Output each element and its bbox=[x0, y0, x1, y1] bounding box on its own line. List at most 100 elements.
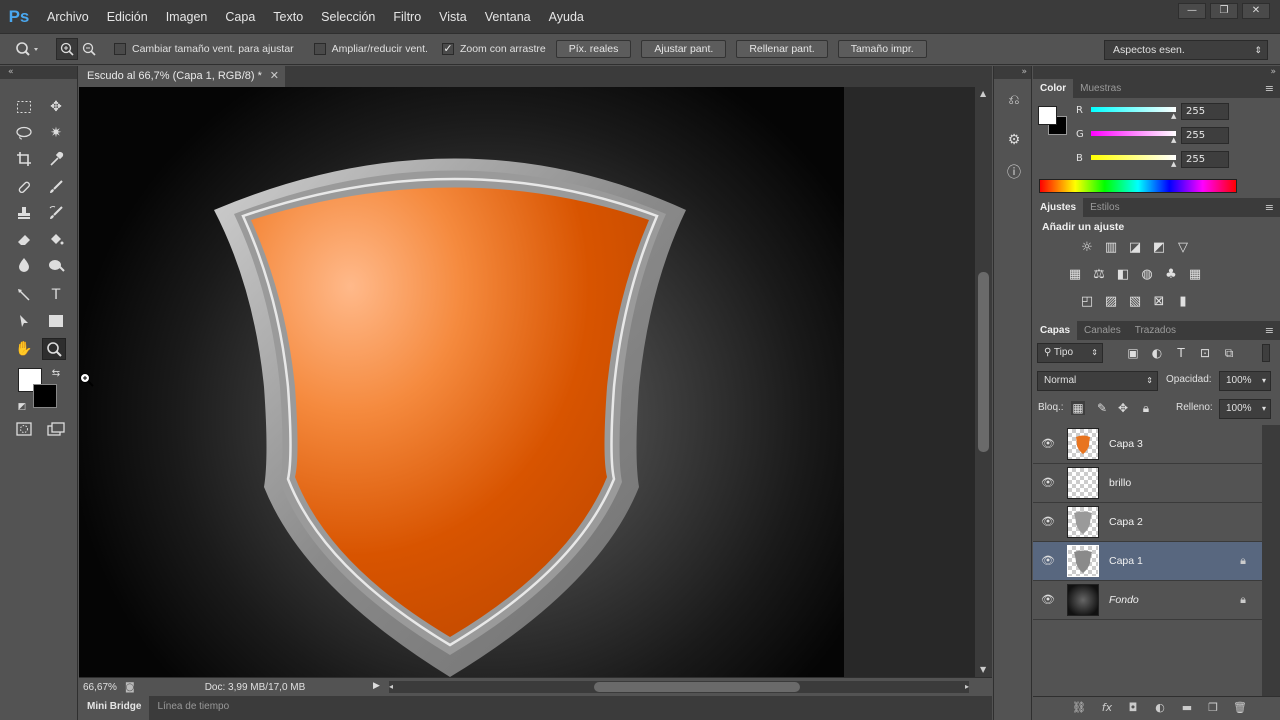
channel-value[interactable]: 255 bbox=[1181, 103, 1229, 120]
scroll-right-icon[interactable]: ▸ bbox=[965, 682, 969, 691]
tab-layers[interactable]: Capas bbox=[1033, 321, 1078, 340]
link-layers-icon[interactable]: ⛓ bbox=[1071, 701, 1087, 717]
layer-style-icon[interactable]: fx bbox=[1099, 701, 1115, 717]
layer-row[interactable]: 👁︎ Capa 2 bbox=[1033, 503, 1262, 542]
brightness-contrast-icon[interactable]: ☼ bbox=[1078, 239, 1096, 257]
tab-mini-bridge[interactable]: Mini Bridge bbox=[79, 696, 150, 720]
photo-filter-icon[interactable]: ◍ bbox=[1138, 266, 1156, 284]
canvas-area[interactable] bbox=[79, 87, 975, 677]
menu-ventana[interactable]: Ventana bbox=[476, 10, 540, 24]
lock-transparency-icon[interactable]: ▦ bbox=[1071, 401, 1085, 415]
zoom-level[interactable]: 66,67% bbox=[79, 682, 125, 693]
color-balance-icon[interactable]: ⚖ bbox=[1090, 266, 1108, 284]
filter-smart-object-icon[interactable]: ⧉ bbox=[1222, 346, 1236, 360]
checkbox-box[interactable] bbox=[114, 43, 126, 55]
zoom-all-windows-checkbox[interactable]: Ampliar/reducir vent. bbox=[313, 43, 428, 55]
channel-value[interactable]: 255 bbox=[1181, 127, 1229, 144]
paint-bucket-icon[interactable] bbox=[44, 228, 68, 250]
rectangle-tool-icon[interactable] bbox=[44, 310, 68, 332]
color-spectrum-ramp[interactable] bbox=[1039, 179, 1237, 193]
tab-adjustments[interactable]: Ajustes bbox=[1033, 198, 1084, 217]
close-tab-icon[interactable]: ✕ bbox=[270, 66, 279, 87]
fill-screen-button[interactable]: Rellenar pant. bbox=[736, 40, 828, 58]
horizontal-scrollbar[interactable]: ◂ ▸ bbox=[389, 681, 969, 693]
history-brush-icon[interactable] bbox=[44, 202, 68, 224]
exposure-icon[interactable]: ◩ bbox=[1150, 239, 1168, 257]
menu-capa[interactable]: Capa bbox=[216, 10, 264, 24]
menu-texto[interactable]: Texto bbox=[264, 10, 312, 24]
resize-windows-checkbox[interactable]: Cambiar tamaño vent. para ajustar bbox=[114, 43, 294, 55]
lasso-tool-icon[interactable] bbox=[12, 122, 36, 144]
menu-imagen[interactable]: Imagen bbox=[157, 10, 217, 24]
marquee-tool-icon[interactable] bbox=[12, 96, 36, 118]
new-group-icon[interactable]: ▬ bbox=[1179, 701, 1195, 717]
blur-tool-icon[interactable] bbox=[12, 254, 36, 276]
fit-screen-button[interactable]: Ajustar pant. bbox=[641, 40, 727, 58]
posterize-icon[interactable]: ▨ bbox=[1102, 293, 1120, 311]
layer-row[interactable]: 👁︎ Fondo 🔒︎ bbox=[1033, 581, 1262, 620]
lock-position-icon[interactable]: ✥ bbox=[1116, 401, 1130, 415]
layer-row[interactable]: 👁︎ brillo bbox=[1033, 464, 1262, 503]
slider-handle-icon[interactable]: ▲ bbox=[1171, 136, 1176, 144]
tab-timeline[interactable]: Línea de tiempo bbox=[149, 696, 237, 720]
slider-track[interactable] bbox=[1091, 155, 1176, 160]
tab-paths[interactable]: Trazados bbox=[1128, 321, 1183, 340]
threshold-icon[interactable]: ▧ bbox=[1126, 293, 1144, 311]
opacity-input[interactable]: 100% ▾ bbox=[1219, 371, 1271, 391]
hand-tool-icon[interactable]: ✋ bbox=[12, 338, 36, 360]
new-adjustment-icon[interactable]: ◐ bbox=[1152, 701, 1168, 717]
status-info-icon[interactable]: ◙ bbox=[125, 682, 135, 693]
green-slider[interactable]: G ▲ 255 bbox=[1073, 126, 1278, 146]
lock-all-icon[interactable]: 🔒︎ bbox=[1139, 401, 1153, 415]
eye-icon[interactable]: 👁︎ bbox=[1041, 515, 1055, 529]
panel-menu-icon[interactable]: ≡ bbox=[1265, 79, 1274, 98]
magic-wand-icon[interactable]: ✷ bbox=[44, 122, 68, 144]
info-panel-icon[interactable]: ⓘ bbox=[1004, 162, 1024, 182]
document-canvas[interactable] bbox=[79, 87, 844, 677]
tool-preset-picker[interactable] bbox=[0, 41, 56, 57]
close-button[interactable]: ✕ bbox=[1242, 3, 1270, 19]
menu-edicion[interactable]: Edición bbox=[98, 10, 157, 24]
zoom-tool-icon[interactable] bbox=[42, 338, 66, 360]
healing-brush-icon[interactable] bbox=[12, 176, 36, 198]
invert-icon[interactable]: ◰ bbox=[1078, 293, 1096, 311]
actual-pixels-button[interactable]: Píx. reales bbox=[555, 40, 632, 58]
document-tab[interactable]: Escudo al 66,7% (Capa 1, RGB/8) * ✕ bbox=[79, 66, 285, 87]
vertical-scrollbar[interactable]: ▲ ▼ bbox=[975, 87, 992, 677]
menu-ayuda[interactable]: Ayuda bbox=[540, 10, 593, 24]
scroll-up-icon[interactable]: ▲ bbox=[980, 89, 986, 98]
chevron-down-icon[interactable]: ▾ bbox=[1262, 372, 1266, 390]
new-layer-icon[interactable]: ❐ bbox=[1205, 701, 1221, 717]
filter-adjustment-icon[interactable]: ◐ bbox=[1150, 346, 1164, 360]
type-tool-icon[interactable]: T bbox=[44, 284, 68, 306]
layers-scrollbar[interactable] bbox=[1262, 425, 1280, 700]
collapse-toolbox-icon[interactable]: « bbox=[0, 66, 77, 79]
chevron-down-icon[interactable]: ▾ bbox=[1262, 400, 1266, 418]
black-white-icon[interactable]: ◧ bbox=[1114, 266, 1132, 284]
screen-mode-icon[interactable] bbox=[44, 418, 68, 440]
channel-value[interactable]: 255 bbox=[1181, 151, 1229, 168]
vertical-scroll-thumb[interactable] bbox=[978, 272, 989, 452]
tab-channels[interactable]: Canales bbox=[1077, 321, 1128, 340]
scroll-down-icon[interactable]: ▼ bbox=[980, 665, 986, 674]
background-color-swatch[interactable] bbox=[33, 384, 57, 408]
filter-shape-icon[interactable]: ⊡ bbox=[1198, 346, 1212, 360]
scrubby-zoom-checkbox[interactable]: ✓ Zoom con arrastre bbox=[441, 43, 546, 55]
layer-row[interactable]: 👁︎ Capa 1 🔒︎ bbox=[1033, 542, 1262, 581]
dodge-tool-icon[interactable] bbox=[44, 254, 68, 276]
default-colors-icon[interactable]: ◩ bbox=[10, 396, 34, 418]
status-menu-arrow-icon[interactable]: ▶ bbox=[373, 681, 380, 691]
red-slider[interactable]: R ▲ 255 bbox=[1073, 102, 1278, 122]
tab-swatches[interactable]: Muestras bbox=[1073, 79, 1128, 98]
zoom-out-icon[interactable] bbox=[78, 38, 100, 60]
tab-styles[interactable]: Estilos bbox=[1083, 198, 1126, 217]
restore-button[interactable]: ❐ bbox=[1210, 3, 1238, 19]
checkbox-box[interactable] bbox=[313, 43, 326, 55]
horizontal-scroll-thumb[interactable] bbox=[594, 682, 800, 692]
collapse-strip-icon[interactable]: » bbox=[994, 66, 1031, 79]
lock-pixels-icon[interactable]: ✎ bbox=[1095, 401, 1109, 415]
menu-filtro[interactable]: Filtro bbox=[384, 10, 430, 24]
gradient-map-icon[interactable]: ▮ bbox=[1174, 293, 1192, 311]
layer-row[interactable]: 👁︎ Capa 3 bbox=[1033, 425, 1262, 464]
minimize-button[interactable]: — bbox=[1178, 3, 1206, 19]
